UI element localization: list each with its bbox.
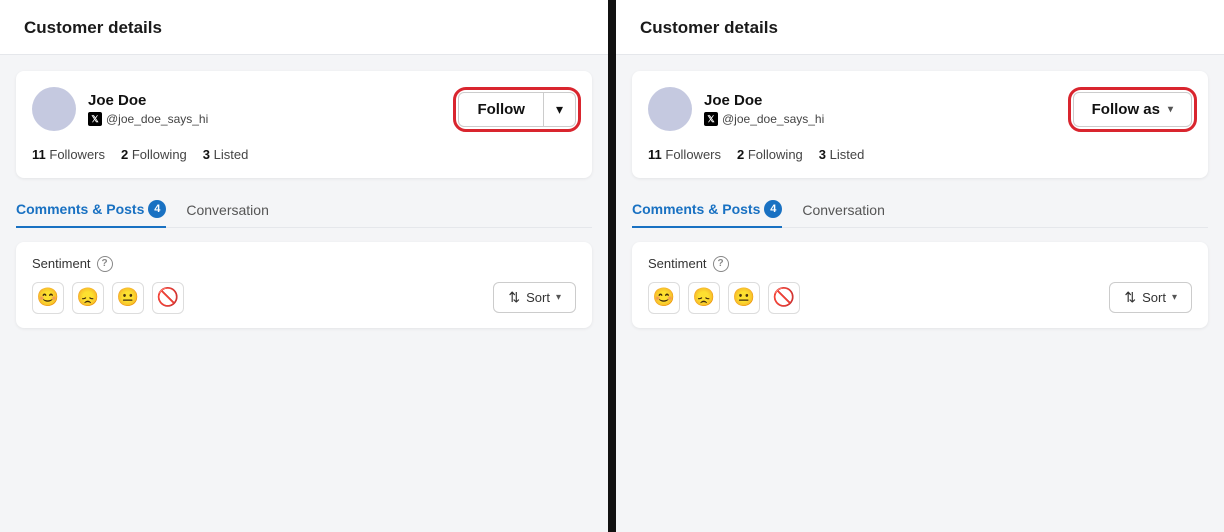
right-neutral-smiley[interactable]: 😐 — [728, 282, 760, 314]
right-customer-top: Joe Doe 𝕏 @joe_doe_says_hi Follow as ▾ — [648, 87, 1192, 131]
left-followers-label-text: Followers — [49, 147, 105, 162]
right-tabs-bar: Comments & Posts 4 Conversation — [632, 192, 1208, 228]
left-followers-count: 11 — [32, 147, 46, 162]
right-negative-smiley[interactable]: 😞 — [688, 282, 720, 314]
right-sentiment-label-row: Sentiment ? — [648, 256, 1192, 272]
left-customer-name: Joe Doe — [88, 92, 208, 109]
left-tab-conversation[interactable]: Conversation — [186, 194, 269, 228]
left-avatar — [32, 87, 76, 131]
right-handle-text: @joe_doe_says_hi — [722, 112, 824, 126]
left-customer-top: Joe Doe 𝕏 @joe_doe_says_hi Follow ▾ — [32, 87, 576, 131]
right-listed-label-text: Listed — [830, 147, 865, 162]
right-sort-chevron: ▾ — [1172, 292, 1177, 303]
right-sentiment-card: Sentiment ? 😊 😞 😐 🚫 ⇅ Sort ▾ — [632, 242, 1208, 328]
right-sort-button[interactable]: ⇅ Sort ▾ — [1109, 282, 1192, 313]
left-neutral-smiley[interactable]: 😐 — [112, 282, 144, 314]
left-negative-smiley[interactable]: 😞 — [72, 282, 104, 314]
left-customer-details: Joe Doe 𝕏 @joe_doe_says_hi — [88, 92, 208, 126]
left-follow-button-group: Follow ▾ — [458, 92, 576, 127]
left-following-label-text: Following — [132, 147, 187, 162]
left-handle-text: @joe_doe_says_hi — [106, 112, 208, 126]
left-customer-info: Joe Doe 𝕏 @joe_doe_says_hi — [32, 87, 208, 131]
left-x-icon: 𝕏 — [88, 112, 102, 126]
left-muted-smiley[interactable]: 🚫 — [152, 282, 184, 314]
left-follow-dropdown[interactable]: ▾ — [543, 92, 576, 127]
right-tab-comments-badge: 4 — [764, 200, 782, 218]
left-following-count: 2 — [121, 147, 128, 162]
right-customer-card: Joe Doe 𝕏 @joe_doe_says_hi Follow as ▾ — [632, 71, 1208, 178]
right-sort-label: Sort — [1142, 290, 1166, 305]
right-follow-as-label: Follow as — [1092, 101, 1160, 118]
right-sentiment-icons: 😊 😞 😐 🚫 — [648, 282, 800, 314]
right-customer-info: Joe Doe 𝕏 @joe_doe_says_hi — [648, 87, 824, 131]
left-tab-comments-badge: 4 — [148, 200, 166, 218]
left-positive-smiley[interactable]: 😊 — [32, 282, 64, 314]
left-tabs-bar: Comments & Posts 4 Conversation — [16, 192, 592, 228]
left-followers-stat: 11 Followers — [32, 147, 105, 162]
right-muted-smiley[interactable]: 🚫 — [768, 282, 800, 314]
left-following-stat: 2 Following — [121, 147, 187, 162]
right-positive-smiley[interactable]: 😊 — [648, 282, 680, 314]
left-listed-count: 3 — [203, 147, 210, 162]
right-panel-title: Customer details — [616, 0, 1224, 55]
right-help-icon[interactable]: ? — [713, 256, 729, 272]
right-customer-name: Joe Doe — [704, 92, 824, 109]
left-sentiment-card: Sentiment ? 😊 😞 😐 🚫 ⇅ Sort ▾ — [16, 242, 592, 328]
left-panel: Customer details Joe Doe 𝕏 @joe_doe_says… — [0, 0, 608, 532]
right-follow-as-button[interactable]: Follow as ▾ — [1073, 92, 1192, 127]
right-tab-conversation[interactable]: Conversation — [802, 194, 885, 228]
right-followers-label-text: Followers — [665, 147, 721, 162]
right-follow-as-button-wrapper: Follow as ▾ — [1073, 92, 1192, 127]
right-followers-count: 11 — [648, 147, 662, 162]
right-listed-stat: 3 Listed — [819, 147, 865, 162]
right-follow-as-chevron: ▾ — [1168, 104, 1173, 115]
left-sort-label: Sort — [526, 290, 550, 305]
right-sentiment-controls: 😊 😞 😐 🚫 ⇅ Sort ▾ — [648, 282, 1192, 314]
right-tab-comments[interactable]: Comments & Posts 4 — [632, 192, 782, 228]
left-listed-label-text: Listed — [214, 147, 249, 162]
right-tab-conversation-label: Conversation — [802, 202, 885, 218]
left-tab-comments[interactable]: Comments & Posts 4 — [16, 192, 166, 228]
left-help-icon[interactable]: ? — [97, 256, 113, 272]
right-following-stat: 2 Following — [737, 147, 803, 162]
left-tab-comments-label: Comments & Posts — [16, 201, 144, 217]
right-stats-row: 11 Followers 2 Following 3 Listed — [648, 145, 1192, 162]
left-follow-button[interactable]: Follow — [458, 92, 543, 127]
left-stats-row: 11 Followers 2 Following 3 Listed — [32, 145, 576, 162]
left-panel-title: Customer details — [0, 0, 608, 55]
right-customer-handle: 𝕏 @joe_doe_says_hi — [704, 112, 824, 126]
left-sort-icon: ⇅ — [508, 289, 520, 306]
right-listed-count: 3 — [819, 147, 826, 162]
right-x-icon: 𝕏 — [704, 112, 718, 126]
left-sentiment-label-row: Sentiment ? — [32, 256, 576, 272]
left-sort-chevron: ▾ — [556, 292, 561, 303]
panel-divider — [608, 0, 616, 532]
left-follow-buttons: Follow ▾ — [458, 92, 576, 127]
left-listed-stat: 3 Listed — [203, 147, 249, 162]
right-following-count: 2 — [737, 147, 744, 162]
right-customer-details: Joe Doe 𝕏 @joe_doe_says_hi — [704, 92, 824, 126]
right-panel-content: Joe Doe 𝕏 @joe_doe_says_hi Follow as ▾ — [616, 55, 1224, 344]
left-customer-card: Joe Doe 𝕏 @joe_doe_says_hi Follow ▾ — [16, 71, 592, 178]
left-panel-content: Joe Doe 𝕏 @joe_doe_says_hi Follow ▾ — [0, 55, 608, 344]
right-tab-comments-label: Comments & Posts — [632, 201, 760, 217]
right-following-label-text: Following — [748, 147, 803, 162]
left-sentiment-icons: 😊 😞 😐 🚫 — [32, 282, 184, 314]
right-sentiment-text: Sentiment — [648, 256, 707, 271]
left-sentiment-controls: 😊 😞 😐 🚫 ⇅ Sort ▾ — [32, 282, 576, 314]
right-sort-icon: ⇅ — [1124, 289, 1136, 306]
right-avatar — [648, 87, 692, 131]
left-customer-handle: 𝕏 @joe_doe_says_hi — [88, 112, 208, 126]
right-panel: Customer details Joe Doe 𝕏 @joe_doe_says… — [616, 0, 1224, 532]
left-sort-button[interactable]: ⇅ Sort ▾ — [493, 282, 576, 313]
left-tab-conversation-label: Conversation — [186, 202, 269, 218]
right-followers-stat: 11 Followers — [648, 147, 721, 162]
left-sentiment-text: Sentiment — [32, 256, 91, 271]
